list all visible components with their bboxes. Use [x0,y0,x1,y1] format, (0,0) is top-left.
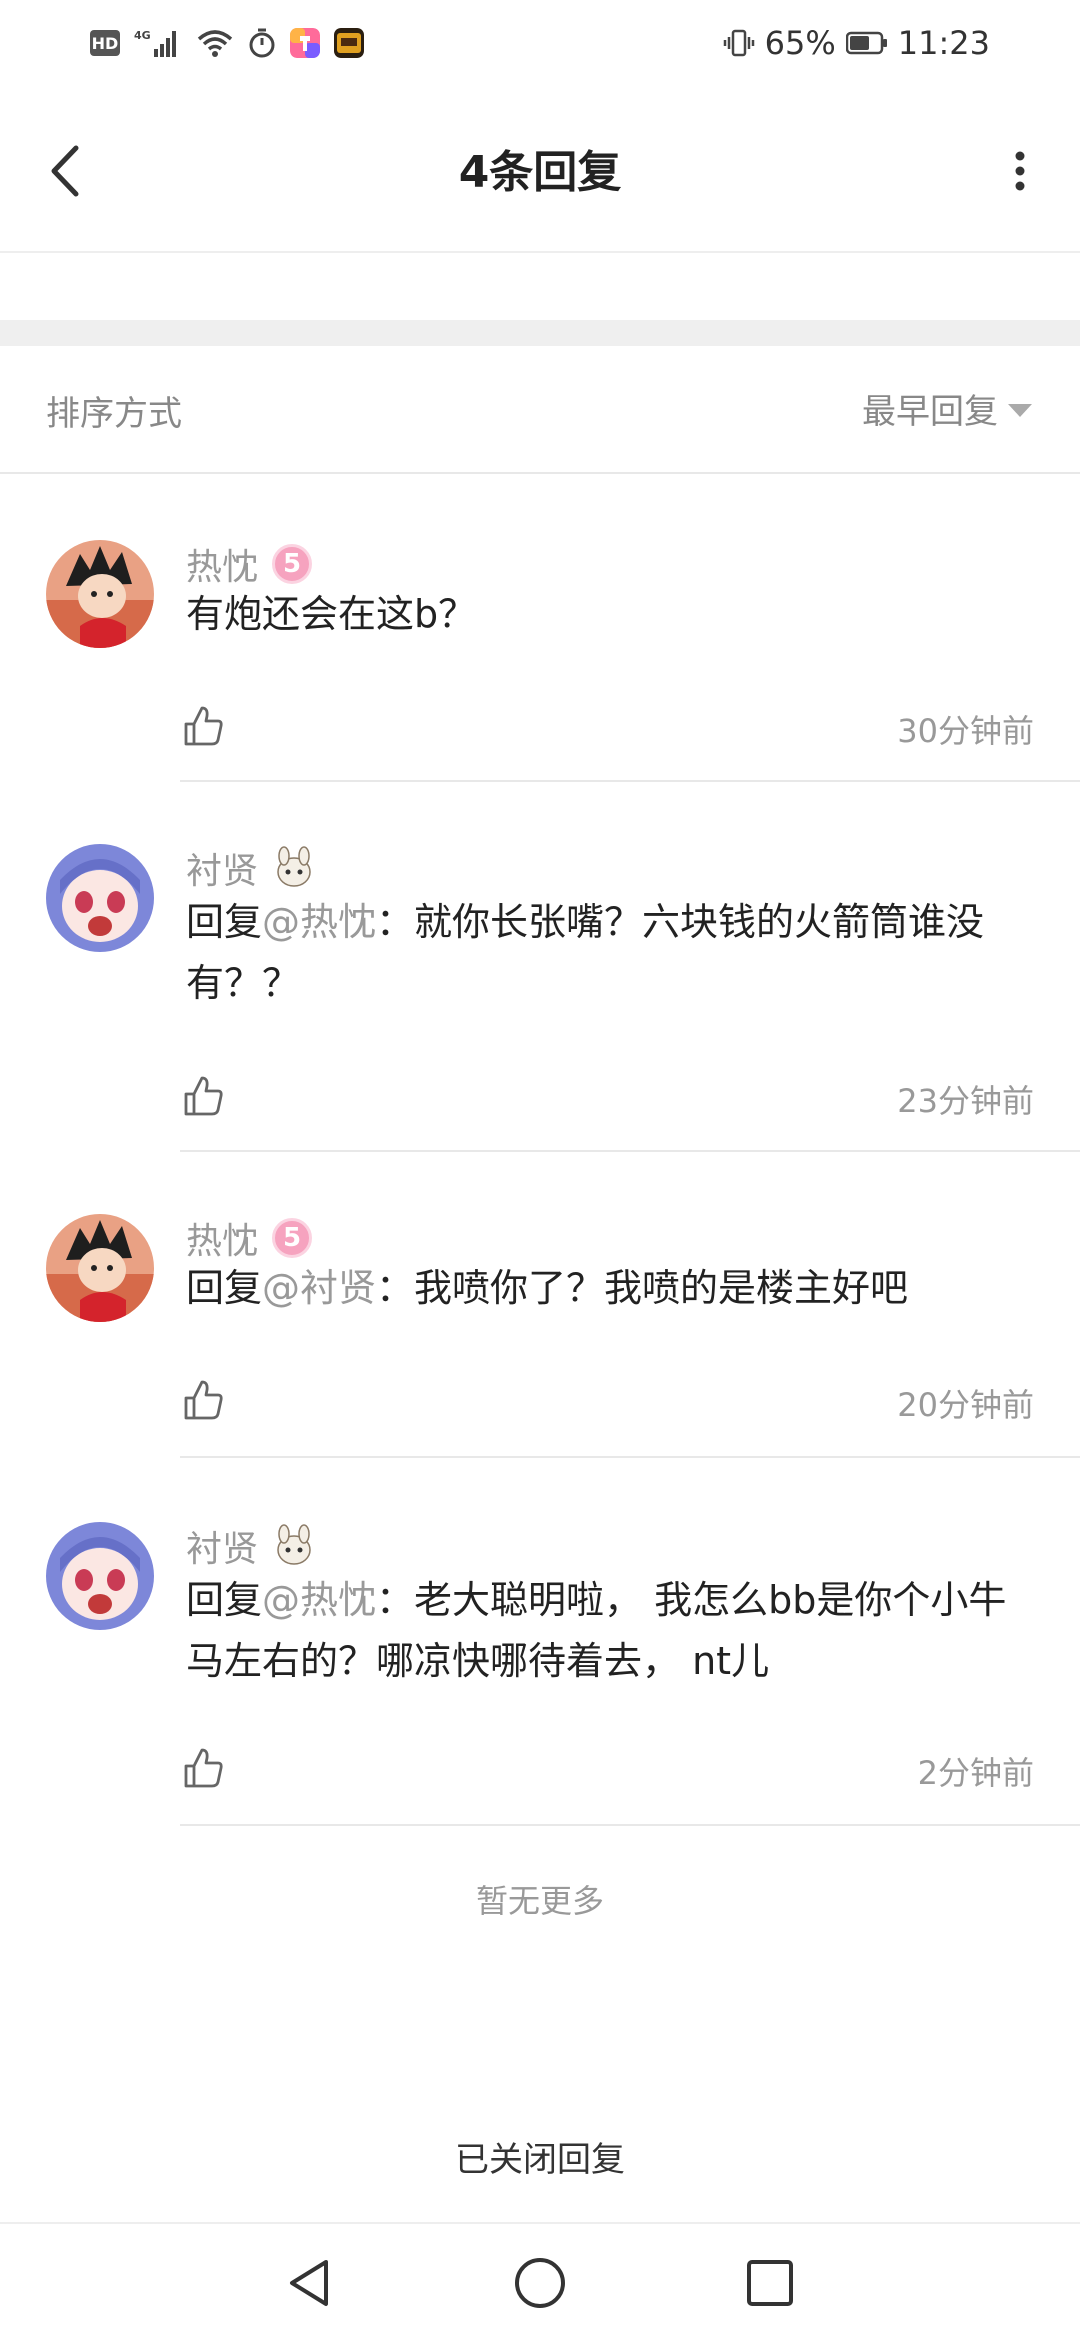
game-icon [334,28,364,58]
comment-text: 回复@热忱：老大聪明啦， 我怎么bb是你个小牛马左右的？哪凉快哪待着去， nt儿 [186,1570,1034,1692]
hd-badge: HD [90,30,120,56]
avatar-image-icon [46,844,154,952]
thumbs-up-icon [184,1380,223,1420]
level-badge: 5 [272,1218,313,1258]
reply-prefix: 回复 [186,1266,263,1310]
comment-body: 有炮还会在这b？ [186,592,477,636]
section-separator [0,320,1080,346]
reply-prefix: 回复 [186,1578,263,1622]
author-name: 衬贤 [186,851,259,892]
nav-home-button[interactable] [505,2248,575,2318]
nav-back-button[interactable] [274,2248,344,2318]
like-button[interactable] [182,1746,226,1790]
comment-body: ：我喷你了？我喷的是楼主好吧 [376,1266,909,1310]
avatar[interactable] [46,1214,154,1322]
avatar-image-icon [46,1214,154,1322]
header-divider [0,251,1080,253]
comment-text: 回复@热忱：就你长张嘴？六块钱的火箭筒谁没有？？ [186,892,1034,1014]
avatar[interactable] [46,540,154,648]
comment-author[interactable]: 衬贤 [186,842,316,894]
level-badge: 5 [272,544,313,584]
comment-author[interactable]: 衬贤 [186,1520,316,1572]
thumbs-up-icon [184,706,223,746]
like-button[interactable] [182,1378,226,1422]
status-bar: HD 4G 65% 11:23 [0,0,1080,86]
bunny-badge-icon [277,846,311,887]
replies-closed-label: 已关闭回复 [455,2140,625,2180]
sort-selected-value: 最早回复 [862,391,998,432]
bunny-badge-icon [277,1524,311,1565]
thumbs-up-icon [184,1076,223,1116]
avatar-image-icon [46,540,154,648]
comment-time: 30分钟前 [897,712,1034,750]
circle-home-icon [515,2258,565,2308]
nav-recents-button[interactable] [735,2248,805,2318]
mention-link[interactable]: @热忱 [262,1578,376,1622]
battery-icon [845,31,887,55]
author-name: 热忱 [186,1221,259,1262]
comment-time: 23分钟前 [897,1082,1034,1120]
like-button[interactable] [182,704,226,748]
comment-text: 有炮还会在这b？ [186,584,1034,645]
no-more-label: 暂无更多 [475,1882,604,1920]
comment-item: 热忱 5 回复@衬贤：我喷你了？我喷的是楼主好吧 20分钟前 [0,1152,1080,1460]
square-recents-icon [747,2260,793,2306]
system-nav-bar [0,2224,1080,2340]
author-name: 衬贤 [186,1529,259,1570]
sort-dropdown[interactable]: 最早回复 [862,380,1032,436]
avatar-image-icon [46,1522,154,1630]
wifi-icon [197,30,233,57]
status-time: 11:23 [897,24,990,62]
battery-percent: 65% [764,24,836,62]
signal-icon: 4G [134,29,176,57]
alarm-icon [249,28,275,58]
comment-author[interactable]: 热忱 5 [186,1212,313,1264]
author-name: 热忱 [186,547,259,588]
thumbs-up-icon [184,1748,223,1788]
comment-item: 衬贤 回复@热忱：老大聪明啦， 我怎么bb是你个小牛马左右的？哪凉快哪待着去， … [0,1460,1080,1830]
avatar[interactable] [46,1522,154,1630]
more-vertical-icon [1015,151,1025,191]
top-app-bar: 4条回复 [0,86,1080,252]
mention-link[interactable]: @衬贤 [262,1266,376,1310]
status-left: HD 4G [90,20,364,66]
comment-item: 衬贤 回复@热忱：就你长张嘴？六块钱的火箭筒谁没有？？ 23分钟前 [0,782,1080,1152]
comment-text: 回复@衬贤：我喷你了？我喷的是楼主好吧 [186,1258,1034,1319]
sort-label: 排序方式 [46,394,182,434]
comment-time: 2分钟前 [917,1754,1034,1792]
more-options-button[interactable] [1000,138,1040,204]
comment-author[interactable]: 热忱 5 [186,538,313,590]
comment-divider [180,1824,1080,1826]
mention-link[interactable]: @热忱 [262,900,376,944]
app-icon [290,28,320,58]
status-right: 65% 11:23 [723,20,990,66]
page-title: 4条回复 [458,147,622,198]
avatar[interactable] [46,844,154,952]
triangle-back-icon [290,2260,328,2306]
reply-prefix: 回复 [186,900,263,944]
caret-down-icon [1008,403,1032,417]
sort-row: 排序方式 最早回复 [0,346,1080,474]
like-button[interactable] [182,1074,226,1118]
comment-item: 热忱 5 有炮还会在这b？ 30分钟前 [0,472,1080,782]
comment-time: 20分钟前 [897,1386,1034,1424]
comment-divider [180,1456,1080,1458]
svg-text:4G: 4G [134,29,151,42]
vibrate-icon [723,29,754,57]
